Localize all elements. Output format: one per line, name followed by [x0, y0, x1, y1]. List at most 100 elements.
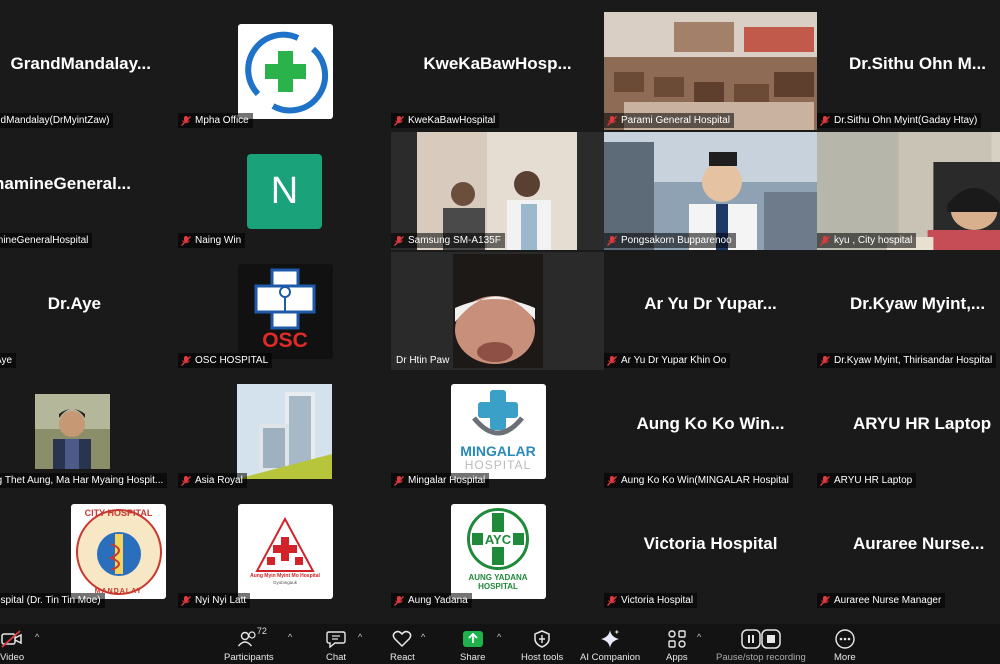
aung-myin-logo-subtext: Gyobingauk [272, 580, 298, 585]
participant-name-display: KweKaBawHosp... [423, 54, 572, 73]
participant-tile[interactable]: GrandMandalay... ndMandalay(DrMyintZaw) [0, 12, 191, 130]
participant-name-display: Dr.Sithu Ohn M... [849, 54, 986, 73]
pause-stop-recording-button[interactable]: Pause/stop recording [716, 628, 806, 663]
participant-name-display: Aung Ko Ko Win... [636, 414, 785, 433]
participant-name-display: ARYU HR Laptop [853, 414, 992, 433]
osc-hospital-logo: OSC [237, 264, 333, 359]
participants-button[interactable]: 72 Participants [224, 626, 274, 663]
muted-mic-icon [819, 115, 831, 127]
muted-mic-icon [180, 355, 192, 367]
participant-label: Auraree Nurse Manager [817, 593, 946, 608]
video-off-icon [1, 628, 23, 650]
host-tools-button[interactable]: Host tools [521, 628, 563, 663]
mingalar-logo-subtext: HOSPITAL [464, 458, 532, 472]
participant-label: y Hospital (Dr. Tin Tin Moe) [0, 593, 105, 608]
muted-mic-icon [393, 595, 405, 607]
ayc-logo-text: AYC [482, 531, 514, 547]
muted-mic-icon [180, 115, 192, 127]
participant-tile[interactable]: MINGALAR HOSPITAL Mingalar Hospital [391, 372, 604, 490]
participant-tile[interactable]: aung Thet Aung, Ma Har Myaing Hospit... [0, 372, 191, 490]
muted-mic-icon [819, 595, 831, 607]
muted-mic-icon [606, 475, 618, 487]
participant-tile[interactable]: AYC AUNG YADANA HOSPITAL Aung Yadana [391, 492, 604, 610]
participant-tile[interactable]: Asia Royal [178, 372, 391, 490]
participant-label: Dr Htin Paw [396, 355, 450, 366]
participant-tile[interactable]: Ar Yu Dr Yupar... Ar Yu Dr Yupar Khin Oo [604, 252, 817, 370]
participant-tile[interactable]: Victoria Hospital Victoria Hospital [604, 492, 817, 610]
react-button[interactable]: React [390, 628, 415, 663]
participant-tile[interactable]: Dr.Kyaw Myint,... Dr.Kyaw Myint, Thirisa… [817, 252, 1000, 370]
participant-tile[interactable]: Auraree Nurse... Auraree Nurse Manager [817, 492, 1000, 610]
apps-button[interactable]: Apps [666, 628, 688, 663]
muted-mic-icon [180, 235, 192, 247]
participant-tile[interactable]: ARYU HR Laptop ARYU HR Laptop [817, 372, 1000, 490]
apps-icon [667, 628, 687, 650]
aung-yadana-hospital-logo: AYC AUNG YADANA HOSPITAL [450, 504, 546, 599]
participant-tile[interactable]: kyu , City hospital [817, 132, 1000, 250]
participant-name-display: Victoria Hospital [643, 534, 778, 553]
participant-tile[interactable]: Aung Myin Myint Mo Hospital Gyobingauk N… [178, 492, 391, 610]
participant-label: Asia Royal [178, 473, 247, 488]
participant-label: Aye [0, 353, 17, 368]
participant-tile[interactable]: Mpha Office [178, 12, 391, 130]
participant-tile[interactable]: Dr.Aye Aye [0, 252, 191, 370]
participant-profile-photo [35, 394, 110, 469]
video-options-caret[interactable]: ^ [35, 632, 39, 642]
participant-tile[interactable]: Pongsakorn Bupparenoo [604, 132, 817, 250]
participant-label: Mpha Office [178, 113, 253, 128]
pause-stop-icon [741, 628, 781, 650]
aung-myin-logo-text: Aung Myin Myint Mo Hospital [250, 573, 320, 579]
gallery-grid: GrandMandalay... ndMandalay(DrMyintZaw) … [0, 0, 1000, 624]
participant-label: mineGeneralHospital [0, 233, 93, 248]
participant-tile[interactable]: OSC OSC HOSPITAL [178, 252, 391, 370]
muted-mic-icon [180, 595, 192, 607]
participant-tile[interactable]: Samsung SM-A135F [391, 132, 604, 250]
video-button[interactable]: Video [0, 628, 24, 663]
participant-name-display: Auraree Nurse... [853, 534, 985, 553]
more-button[interactable]: More [834, 628, 856, 663]
meeting-toolbar: Video ^ 72 Participants ^ Chat ^ React ^… [0, 624, 1000, 664]
asia-royal-building-image [237, 384, 332, 479]
shield-icon [533, 628, 551, 650]
chat-button[interactable]: Chat [326, 628, 346, 663]
participant-tile[interactable]: Parami General Hospital [604, 12, 817, 130]
share-button[interactable]: Share [460, 628, 485, 663]
participant-name-display: GrandMandalay... [10, 54, 151, 73]
participant-label: Dr.Kyaw Myint, Thirisandar Hospital [817, 353, 997, 368]
participant-tile[interactable]: CITY HOSPITAL MANDALAY y Hospital (Dr. T… [0, 492, 191, 610]
participant-label: Parami General Hospital [604, 113, 734, 128]
mpha-logo [237, 24, 333, 119]
share-screen-icon [462, 628, 484, 650]
participant-label: Dr.Sithu Ohn Myint(Gaday Htay) [817, 113, 982, 128]
participant-label: Aung Ko Ko Win(MINGALAR Hospital [604, 473, 793, 488]
muted-mic-icon [393, 235, 405, 247]
participant-name-display: ThamineGeneral... [0, 174, 131, 193]
muted-mic-icon [819, 355, 831, 367]
participant-tile[interactable]: KweKaBawHosp... KweKaBawHospital [391, 12, 604, 130]
participant-count: 72 [256, 626, 267, 636]
chat-options-caret[interactable]: ^ [358, 632, 362, 642]
participant-tile[interactable]: ThamineGeneral... mineGeneralHospital [0, 132, 191, 250]
participant-label: Naing Win [178, 233, 246, 248]
city-hospital-logo-text: CITY HOSPITAL [84, 508, 153, 518]
participant-label: KweKaBawHospital [391, 113, 500, 128]
participant-label: Nyi Nyi Latt [178, 593, 251, 608]
participant-tile[interactable]: N Naing Win [178, 132, 391, 250]
react-options-caret[interactable]: ^ [421, 632, 425, 642]
heart-icon [392, 628, 412, 650]
share-options-caret[interactable]: ^ [497, 632, 501, 642]
aung-myin-myint-mo-hospital-logo: Aung Myin Myint Mo Hospital Gyobingauk [237, 504, 333, 599]
participant-label: Ar Yu Dr Yupar Khin Oo [604, 353, 731, 368]
participant-tile[interactable]: Aung Ko Ko Win... Aung Ko Ko Win(MINGALA… [604, 372, 817, 490]
city-hospital-logo: CITY HOSPITAL MANDALAY [71, 504, 166, 599]
participants-options-caret[interactable]: ^ [288, 632, 292, 642]
apps-options-caret[interactable]: ^ [697, 632, 701, 642]
participant-label: ndMandalay(DrMyintZaw) [0, 113, 114, 128]
osc-logo-text: OSC [262, 329, 308, 352]
muted-mic-icon [606, 115, 618, 127]
muted-mic-icon [606, 235, 618, 247]
active-speaker-tile[interactable]: Dr Htin Paw [391, 252, 604, 370]
participant-tile[interactable]: Dr.Sithu Ohn M... Dr.Sithu Ohn Myint(Gad… [817, 12, 1000, 130]
muted-mic-icon [606, 355, 618, 367]
ai-companion-button[interactable]: AI Companion [580, 628, 640, 663]
